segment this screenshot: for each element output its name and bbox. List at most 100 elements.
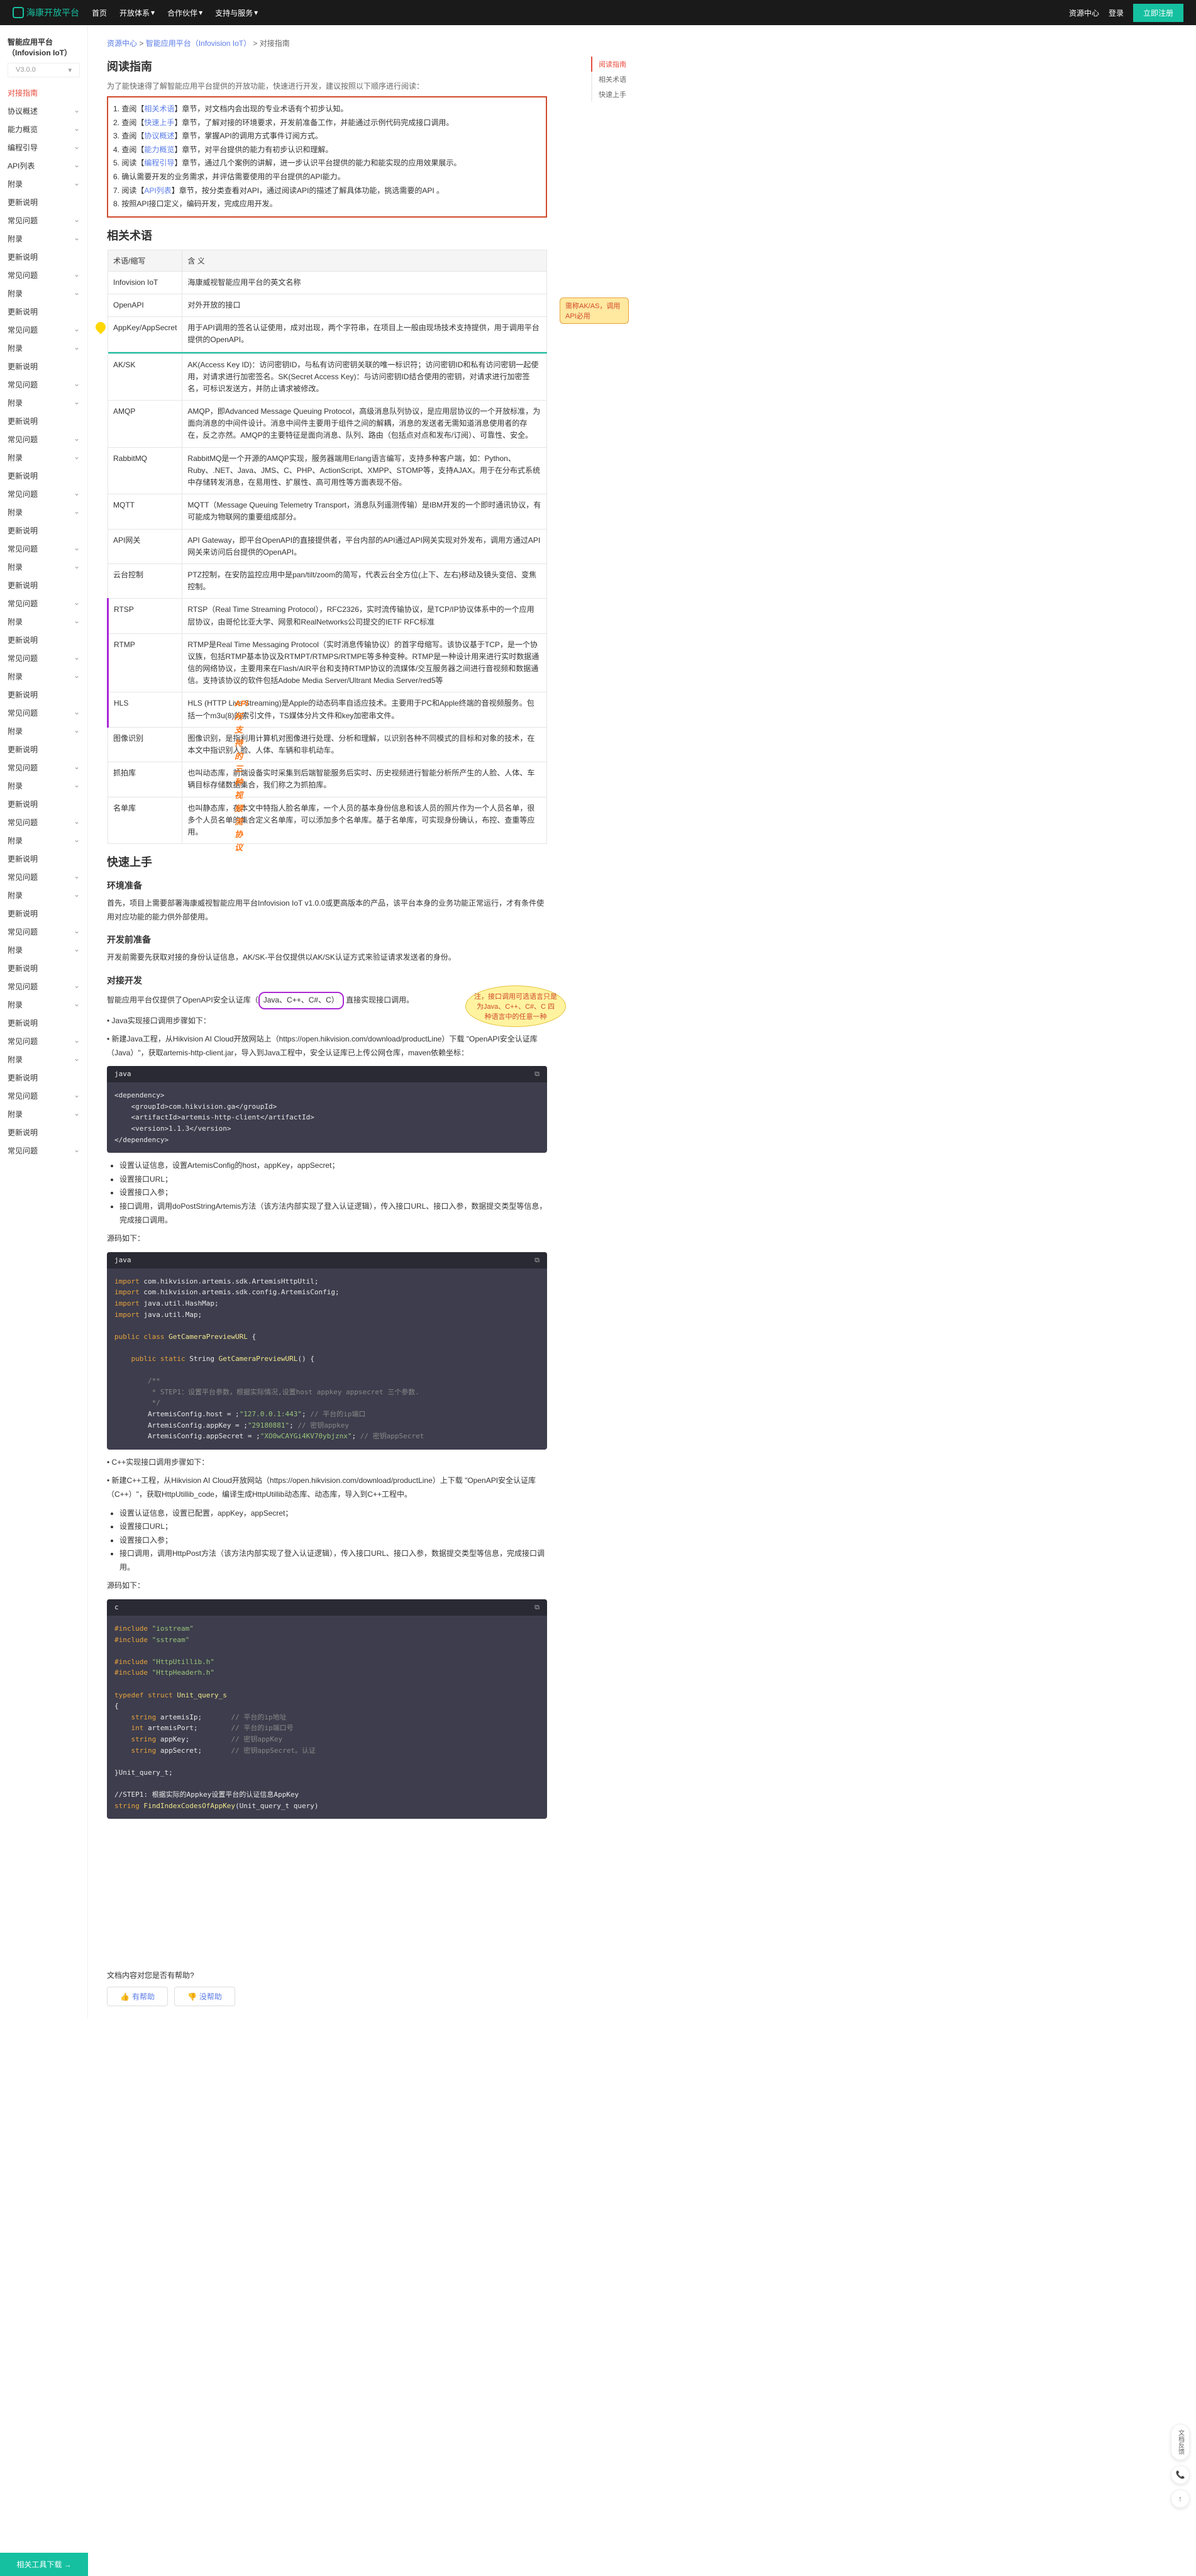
sidebar-item[interactable]: 常见问题⌄ — [0, 430, 87, 448]
feedback-float-button[interactable]: 文档反馈 — [1171, 2424, 1190, 2460]
version-select[interactable]: V3.0.0▾ — [8, 63, 80, 77]
sidebar-item[interactable]: 附录⌄ — [0, 503, 87, 521]
sidebar-item[interactable]: 更新说明 — [0, 576, 87, 594]
not-helpful-button[interactable]: 👎 没帮助 — [174, 1987, 235, 2006]
sidebar-item[interactable]: API列表⌄ — [0, 157, 87, 175]
guide-link[interactable]: 协议概述 — [144, 131, 174, 140]
sidebar-item[interactable]: 更新说明 — [0, 193, 87, 211]
sidebar-item[interactable]: 附录⌄ — [0, 339, 87, 357]
sidebar-item[interactable]: 更新说明 — [0, 850, 87, 868]
sidebar-item[interactable]: 附录⌄ — [0, 1105, 87, 1123]
breadcrumb-link[interactable]: 智能应用平台（Infovision IoT） — [146, 39, 251, 48]
sidebar-item[interactable]: 附录⌄ — [0, 1050, 87, 1069]
sidebar-item[interactable]: 更新说明 — [0, 631, 87, 649]
nav-partners[interactable]: 合作伙伴 ▾ — [167, 8, 202, 18]
sidebar-item[interactable]: 常见问题⌄ — [0, 540, 87, 558]
sidebar-item[interactable]: 对接指南 — [0, 84, 87, 102]
sidebar-item[interactable]: 常见问题⌄ — [0, 649, 87, 667]
sidebar-item[interactable]: 附录⌄ — [0, 448, 87, 467]
table-row: 抓拍库也叫动态库，前端设备实时采集到后端智能服务后实时、历史视频进行智能分析所产… — [108, 762, 547, 797]
annotation-overlay: API所支持的三种视频流协议 — [235, 697, 248, 855]
sidebar-item[interactable]: 附录⌄ — [0, 722, 87, 740]
guide-link[interactable]: 编程引导 — [144, 158, 174, 167]
sidebar-item[interactable]: 能力概览⌄ — [0, 120, 87, 138]
sidebar-item[interactable]: 常见问题⌄ — [0, 1141, 87, 1160]
copy-icon[interactable]: ⧉ — [534, 1070, 540, 1079]
sidebar-item[interactable]: 更新说明 — [0, 795, 87, 813]
list-item: 设置接口入参； — [119, 1186, 547, 1200]
sidebar-item[interactable]: 更新说明 — [0, 904, 87, 923]
sidebar-item[interactable]: 附录⌄ — [0, 996, 87, 1014]
chevron-down-icon: ⌄ — [74, 452, 80, 463]
chevron-down-icon: ⌄ — [74, 142, 80, 153]
sidebar-item[interactable]: 更新说明 — [0, 740, 87, 758]
guide-link[interactable]: 能力概览 — [144, 145, 174, 154]
sidebar-item[interactable]: 附录⌄ — [0, 175, 87, 193]
sidebar-item[interactable]: 更新说明 — [0, 1014, 87, 1032]
sidebar-item[interactable]: 附录⌄ — [0, 667, 87, 686]
sidebar-item[interactable]: 附录⌄ — [0, 284, 87, 303]
table-row: RTSPRTSP（Real Time Streaming Protocol），R… — [108, 599, 547, 633]
sidebar-item[interactable]: 更新说明 — [0, 686, 87, 704]
sidebar-item[interactable]: 常见问题⌄ — [0, 923, 87, 941]
sidebar-item[interactable]: 编程引导⌄ — [0, 138, 87, 157]
nav-support[interactable]: 支持与服务 ▾ — [215, 8, 258, 18]
sidebar-item[interactable]: 常见问题⌄ — [0, 1087, 87, 1105]
nav-login[interactable]: 登录 — [1109, 8, 1124, 18]
sidebar-item[interactable]: 常见问题⌄ — [0, 704, 87, 722]
sidebar-item[interactable]: 更新说明 — [0, 959, 87, 977]
phone-icon[interactable]: 📞 — [1171, 2465, 1190, 2484]
sidebar-item[interactable]: 更新说明 — [0, 1069, 87, 1087]
nav-open-system[interactable]: 开放体系 ▾ — [119, 8, 155, 18]
sidebar-item[interactable]: 常见问题⌄ — [0, 977, 87, 996]
sidebar-item[interactable]: 常见问题⌄ — [0, 868, 87, 886]
sidebar-item[interactable]: 常见问题⌄ — [0, 813, 87, 831]
list-item: 设置接口入参； — [119, 1534, 547, 1548]
guide-link[interactable]: 快速上手 — [144, 118, 174, 127]
sidebar-item[interactable]: 更新说明 — [0, 412, 87, 430]
sidebar-item[interactable]: 常见问题⌄ — [0, 485, 87, 503]
sidebar-item[interactable]: 附录⌄ — [0, 613, 87, 631]
sidebar-item[interactable]: 附录⌄ — [0, 831, 87, 850]
download-tools-button[interactable]: 相关工具下载 → — [0, 2553, 88, 2576]
sidebar-item[interactable]: 更新说明 — [0, 467, 87, 485]
nav-resource[interactable]: 资源中心 — [1069, 8, 1099, 18]
paragraph: 开发前需要先获取对接的身份认证信息，AK/SK-平台仅提供以AK/SK认证方式来… — [107, 951, 547, 965]
chevron-down-icon: ⌄ — [74, 762, 80, 773]
sidebar-item[interactable]: 常见问题⌄ — [0, 211, 87, 230]
register-button[interactable]: 立即注册 — [1133, 4, 1183, 22]
sidebar-item[interactable]: 附录⌄ — [0, 230, 87, 248]
breadcrumb-link[interactable]: 资源中心 — [107, 39, 137, 48]
toc-item[interactable]: 相关术语 — [591, 72, 667, 87]
sidebar-item[interactable]: 常见问题⌄ — [0, 375, 87, 394]
sidebar-item[interactable]: 常见问题⌄ — [0, 321, 87, 339]
helpful-button[interactable]: 👍 有帮助 — [107, 1987, 168, 2006]
float-buttons: 文档反馈 📞 ↑ — [1171, 2424, 1190, 2513]
sidebar-item[interactable]: 附录⌄ — [0, 941, 87, 959]
sidebar-item[interactable]: 更新说明 — [0, 357, 87, 375]
sidebar-item[interactable]: 常见问题⌄ — [0, 1032, 87, 1050]
copy-icon[interactable]: ⧉ — [534, 1256, 540, 1265]
sidebar-item[interactable]: 附录⌄ — [0, 558, 87, 576]
sidebar-item[interactable]: 常见问题⌄ — [0, 266, 87, 284]
sidebar-item[interactable]: 更新说明 — [0, 303, 87, 321]
toc-item[interactable]: 阅读指南 — [591, 57, 667, 72]
logo[interactable]: 海康开放平台 — [13, 6, 79, 19]
sidebar-item[interactable]: 附录⌄ — [0, 886, 87, 904]
scroll-top-icon[interactable]: ↑ — [1171, 2489, 1190, 2508]
sidebar-item[interactable]: 更新说明 — [0, 521, 87, 540]
toc-item[interactable]: 快速上手 — [591, 87, 667, 102]
copy-icon[interactable]: ⧉ — [534, 1603, 540, 1612]
sidebar-item[interactable]: 附录⌄ — [0, 777, 87, 795]
sidebar-item[interactable]: 协议概述⌄ — [0, 102, 87, 120]
sub-heading: 对接开发 — [107, 974, 547, 987]
sidebar-item[interactable]: 附录⌄ — [0, 394, 87, 412]
sidebar-item[interactable]: 常见问题⌄ — [0, 758, 87, 777]
guide-link[interactable]: 相关术语 — [144, 104, 174, 113]
toc-nav: 阅读指南 相关术语 快速上手 — [591, 57, 667, 102]
nav-home[interactable]: 首页 — [92, 8, 107, 18]
guide-link[interactable]: API列表 — [144, 186, 171, 195]
sidebar-item[interactable]: 更新说明 — [0, 248, 87, 266]
sidebar-item[interactable]: 常见问题⌄ — [0, 594, 87, 613]
sidebar-item[interactable]: 更新说明 — [0, 1123, 87, 1141]
